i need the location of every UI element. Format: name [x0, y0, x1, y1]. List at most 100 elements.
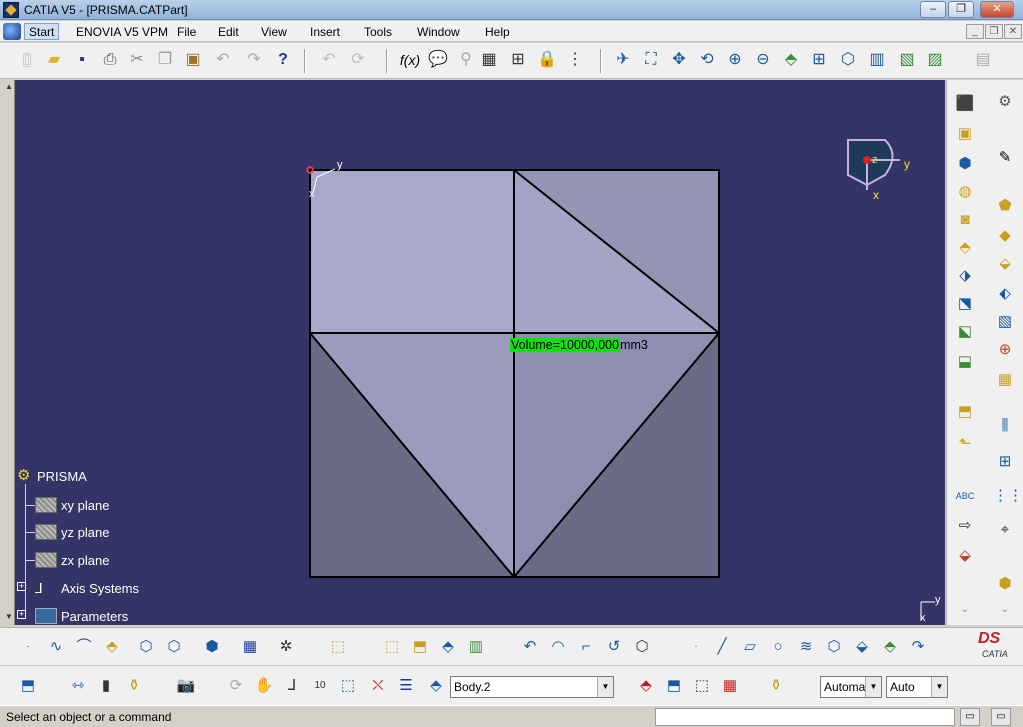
multi-view-button[interactable]: ⊞	[808, 49, 830, 71]
constraint-icon[interactable]: ⫼	[993, 414, 1017, 438]
arc-icon[interactable]: ⌒	[72, 635, 96, 659]
connect-curve-icon[interactable]: ◠	[546, 635, 570, 659]
tree-button[interactable]: ⋮	[564, 49, 586, 71]
point-sketch-icon[interactable]: ·	[684, 635, 708, 659]
grid-snap-icon[interactable]: ▦	[238, 635, 262, 659]
tree-item-root[interactable]: ⚙ PRISMA	[17, 465, 87, 487]
fill-icon[interactable]: ⬡	[822, 635, 846, 659]
hand-icon[interactable]: ✋	[252, 674, 276, 698]
measure-volume-icon[interactable]: ⬚	[326, 635, 350, 659]
body-icon[interactable]: ⬚	[380, 635, 404, 659]
update-button[interactable]: ⟳	[347, 49, 369, 71]
settings-gear-icon[interactable]: ⚙	[993, 90, 1017, 114]
scroll-up-arrow-icon[interactable]: ▲	[4, 82, 14, 92]
boolean-remove-icon[interactable]: ⬡	[162, 635, 186, 659]
line-icon[interactable]: ╱	[710, 635, 734, 659]
point-icon[interactable]: ⊕	[993, 338, 1017, 362]
close-button[interactable]: ✕	[980, 1, 1014, 18]
offset-icon[interactable]: ⬘	[878, 635, 902, 659]
draft-icon[interactable]: ⬙	[993, 252, 1017, 276]
rib-icon[interactable]: ⬘	[953, 236, 977, 260]
render-icon[interactable]: ⬒	[662, 674, 686, 698]
power-input-field[interactable]	[655, 708, 955, 726]
sketch-plane-icon[interactable]: ⇨	[953, 514, 977, 538]
network-button[interactable]: ⊞	[507, 49, 529, 71]
pan-button[interactable]: ✥	[668, 49, 690, 71]
redo-button[interactable]: ↷	[243, 49, 265, 71]
capture-icon[interactable]: 📷	[174, 674, 198, 698]
chevron-down-icon[interactable]: ▼	[931, 677, 947, 697]
maximize-button[interactable]: ❐	[948, 1, 974, 18]
catalog-icon[interactable]: ⬢	[993, 572, 1017, 596]
tree-scrollbar[interactable]: ▲ ▼	[3, 80, 15, 625]
menu-enovia[interactable]: ENOVIA V5 VPM	[76, 25, 168, 39]
fly-mode-button[interactable]: ✈	[612, 49, 634, 71]
more-tools-icon[interactable]: ⌄	[993, 598, 1017, 622]
point-tool-icon[interactable]: ·	[16, 635, 40, 659]
axis-systems-expand-icon[interactable]: +	[17, 582, 26, 591]
menu-help[interactable]: Help	[485, 25, 510, 39]
copy-button[interactable]: ❐	[154, 49, 176, 71]
doc-minimize-button[interactable]: _	[966, 24, 984, 39]
more-tools-icon[interactable]: ⌄	[953, 598, 977, 622]
blend-icon[interactable]: ≋	[794, 635, 818, 659]
sweep-icon[interactable]: ⬙	[850, 635, 874, 659]
doc-restore-button[interactable]: ❐	[985, 24, 1003, 39]
circle-icon[interactable]: ○	[766, 635, 790, 659]
work-object-icon[interactable]: ⛌	[366, 674, 390, 698]
face-top-left[interactable]	[310, 170, 514, 333]
loft-icon[interactable]: ⬕	[953, 320, 977, 344]
boolean-icon[interactable]: ⬒	[953, 400, 977, 424]
measure-between-icon[interactable]: ⇿	[66, 674, 90, 698]
fit-all-button[interactable]: ⛶	[640, 49, 662, 71]
selection-set-icon[interactable]: ⬚	[336, 674, 360, 698]
undo-history-button[interactable]: ↶	[318, 49, 340, 71]
shaft-icon[interactable]: ⬢	[953, 152, 977, 176]
catalog-browser-icon[interactable]: ⬒	[16, 674, 40, 698]
extra-toolbar-button[interactable]: ▤	[972, 49, 994, 71]
books-icon[interactable]: ▦	[718, 674, 742, 698]
power-input-button[interactable]: ▭	[960, 708, 980, 726]
measure-item-icon[interactable]: ▮	[94, 674, 118, 698]
grid-pattern-icon[interactable]: ⋮⋮	[993, 484, 1023, 508]
chamfer-icon[interactable]: ◆	[993, 224, 1017, 248]
corner-icon[interactable]: ⌐	[574, 635, 598, 659]
tree-item-yz-plane[interactable]: yz plane	[35, 521, 109, 543]
shell-icon[interactable]: ⬖	[993, 282, 1017, 306]
knowledge-button[interactable]: ⚲	[455, 49, 477, 71]
construction-icon[interactable]: ✲	[274, 635, 298, 659]
scroll-down-arrow-icon[interactable]: ▼	[4, 612, 14, 622]
apply-material-icon[interactable]: ⚱	[764, 674, 788, 698]
thickness-icon[interactable]: ▧	[993, 310, 1017, 334]
zoom-out-button[interactable]: ⊖	[752, 49, 774, 71]
swap-space-button[interactable]: ▨	[924, 49, 946, 71]
minimize-button[interactable]: –	[920, 1, 946, 18]
surface-icon[interactable]: ⬒	[408, 635, 432, 659]
save-button[interactable]: ▪	[71, 49, 93, 71]
paste-button[interactable]: ▣	[182, 49, 204, 71]
power-input-clear-button[interactable]: ▭	[991, 708, 1011, 726]
menu-window[interactable]: Window	[417, 25, 460, 39]
hole-icon[interactable]: ◍	[953, 180, 977, 204]
iso-view-button[interactable]: ⬡	[837, 49, 859, 71]
plane-tool-icon[interactable]: ▱	[738, 635, 762, 659]
annotation-icon[interactable]: ABC	[953, 484, 977, 508]
assembly-icon[interactable]: ⬢	[200, 635, 224, 659]
undo-button[interactable]: ↶	[212, 49, 234, 71]
table-button[interactable]: ▦	[478, 49, 500, 71]
analysis-icon[interactable]: ⬚	[690, 674, 714, 698]
menu-start[interactable]: Start	[24, 23, 60, 40]
auto-level-select[interactable]: Auto ▼	[886, 676, 948, 698]
print-button[interactable]: ⎙	[99, 49, 121, 71]
menu-view[interactable]: View	[261, 25, 287, 39]
refresh-icon[interactable]: ⟳	[224, 674, 248, 698]
menu-file[interactable]: File	[177, 25, 196, 39]
helix-icon[interactable]: ↺	[602, 635, 626, 659]
slot-icon[interactable]: ⬗	[953, 264, 977, 288]
start-logo-icon[interactable]	[3, 23, 21, 40]
fillet-icon[interactable]: ⬟	[993, 194, 1017, 218]
sketch-icon[interactable]: ✎	[993, 146, 1017, 170]
auto-mode-select[interactable]: Automa ▼	[820, 676, 882, 698]
tree-item-zx-plane[interactable]: zx plane	[35, 549, 109, 571]
cube-icon[interactable]: ⬡	[630, 635, 654, 659]
